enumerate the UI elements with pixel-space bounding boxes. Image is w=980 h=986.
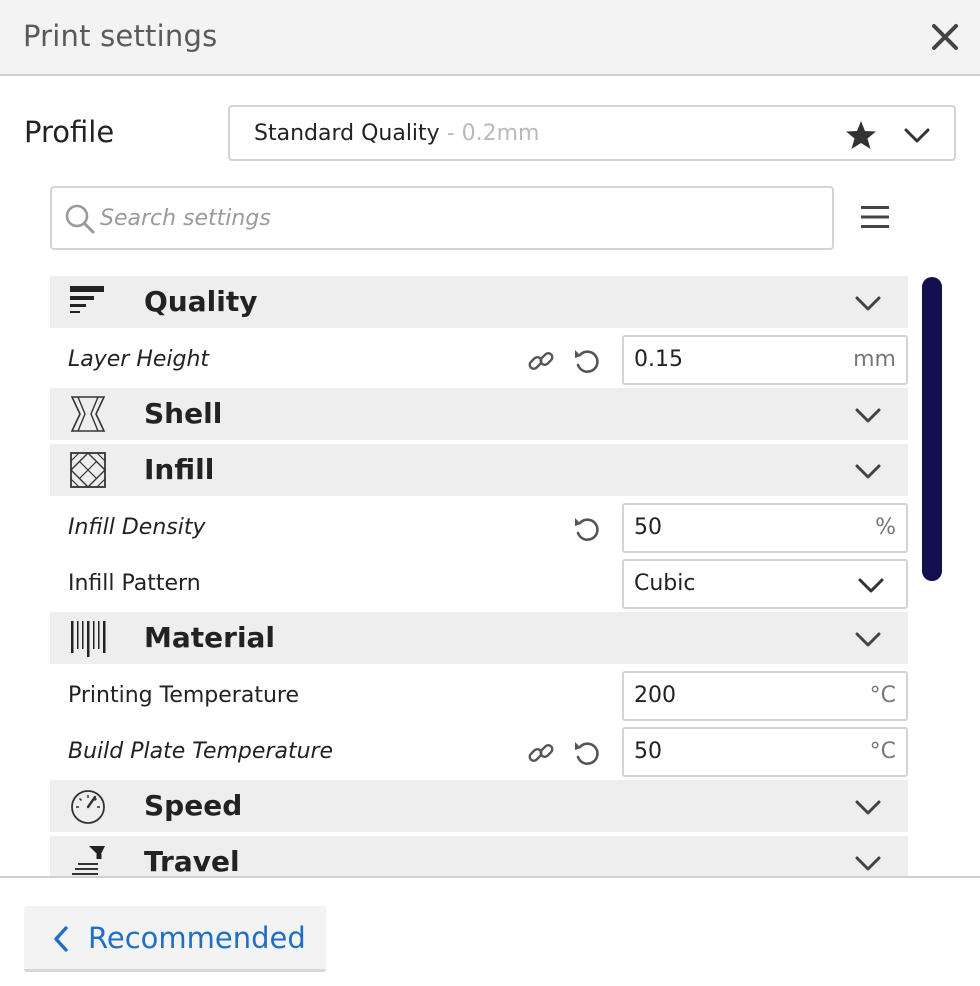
category-label: Quality (144, 285, 258, 318)
category-label: Infill (144, 453, 215, 486)
field-unit: °C (869, 739, 896, 764)
category-infill[interactable]: Infill (50, 444, 908, 496)
reset-icon[interactable] (572, 346, 602, 376)
speed-icon (71, 790, 105, 824)
chevron-down-icon (855, 464, 881, 479)
setting-infill-density: Infill Density 50 % (50, 500, 908, 556)
setting-build-plate-temperature: Build Plate Temperature 50 °C (50, 724, 908, 780)
setting-layer-height: Layer Height 0.15 mm (50, 332, 908, 388)
menu-icon[interactable] (858, 202, 892, 232)
window-title: Print settings (23, 19, 218, 53)
material-icon (71, 621, 106, 657)
recommended-label: Recommended (88, 921, 306, 955)
profile-select[interactable]: Standard Quality - 0.2mm (228, 105, 956, 161)
printing-temperature-input[interactable]: 200 °C (622, 671, 908, 721)
chevron-down-icon (858, 578, 884, 593)
build-plate-temperature-input[interactable]: 50 °C (622, 727, 908, 777)
category-label: Travel (144, 845, 240, 876)
field-value: Cubic (634, 571, 696, 596)
infill-pattern-select[interactable]: Cubic (622, 559, 908, 609)
profile-value: Standard Quality - 0.2mm (254, 121, 539, 146)
chevron-down-icon (855, 632, 881, 647)
chevron-down-icon (855, 800, 881, 815)
setting-label: Layer Height (68, 347, 210, 372)
category-label: Speed (144, 789, 243, 822)
chevron-down-icon (855, 856, 881, 871)
settings-list: Quality Layer Height 0.15 mm Shell Infil… (50, 276, 908, 876)
setting-label: Infill Density (68, 515, 206, 540)
field-value: 0.15 (634, 347, 683, 372)
profile-layer-height: - 0.2mm (439, 121, 540, 146)
chevron-down-icon (904, 128, 930, 143)
link-icon[interactable] (526, 346, 556, 376)
link-icon[interactable] (526, 738, 556, 768)
field-unit: °C (869, 683, 896, 708)
quality-icon (70, 286, 104, 313)
star-icon[interactable] (844, 118, 878, 152)
field-unit: % (875, 515, 896, 540)
setting-label: Printing Temperature (68, 683, 299, 708)
field-value: 50 (634, 515, 662, 540)
category-quality[interactable]: Quality (50, 276, 908, 328)
category-label: Shell (144, 397, 223, 430)
infill-icon (70, 452, 106, 488)
setting-label: Infill Pattern (68, 571, 201, 596)
profile-name: Standard Quality (254, 121, 440, 146)
search-input[interactable] (100, 198, 820, 238)
scrollbar-thumb[interactable] (922, 277, 942, 581)
chevron-down-icon (855, 296, 881, 311)
footer: Recommended (0, 876, 980, 986)
close-icon (932, 24, 958, 50)
setting-label: Build Plate Temperature (68, 739, 334, 764)
infill-density-input[interactable]: 50 % (622, 503, 908, 553)
category-travel[interactable]: Travel (50, 836, 908, 876)
profile-label: Profile (24, 115, 115, 149)
category-speed[interactable]: Speed (50, 780, 908, 832)
reset-icon[interactable] (572, 738, 602, 768)
setting-infill-pattern: Infill Pattern Cubic (50, 556, 908, 612)
category-material[interactable]: Material (50, 612, 908, 664)
recommended-button[interactable]: Recommended (24, 906, 326, 972)
chevron-down-icon (855, 408, 881, 423)
field-value: 50 (634, 739, 662, 764)
category-shell[interactable]: Shell (50, 388, 908, 440)
category-label: Material (144, 621, 276, 654)
title-bar: Print settings (0, 0, 980, 76)
close-button[interactable] (926, 18, 964, 56)
reset-icon[interactable] (572, 514, 602, 544)
field-unit: mm (853, 347, 896, 372)
layer-height-input[interactable]: 0.15 mm (622, 335, 908, 385)
shell-icon (70, 396, 106, 432)
setting-printing-temperature: Printing Temperature 200 °C (50, 668, 908, 724)
search-icon (65, 204, 95, 234)
travel-icon (72, 846, 105, 875)
search-box (50, 186, 834, 250)
field-value: 200 (634, 683, 676, 708)
chevron-left-icon (54, 926, 68, 952)
